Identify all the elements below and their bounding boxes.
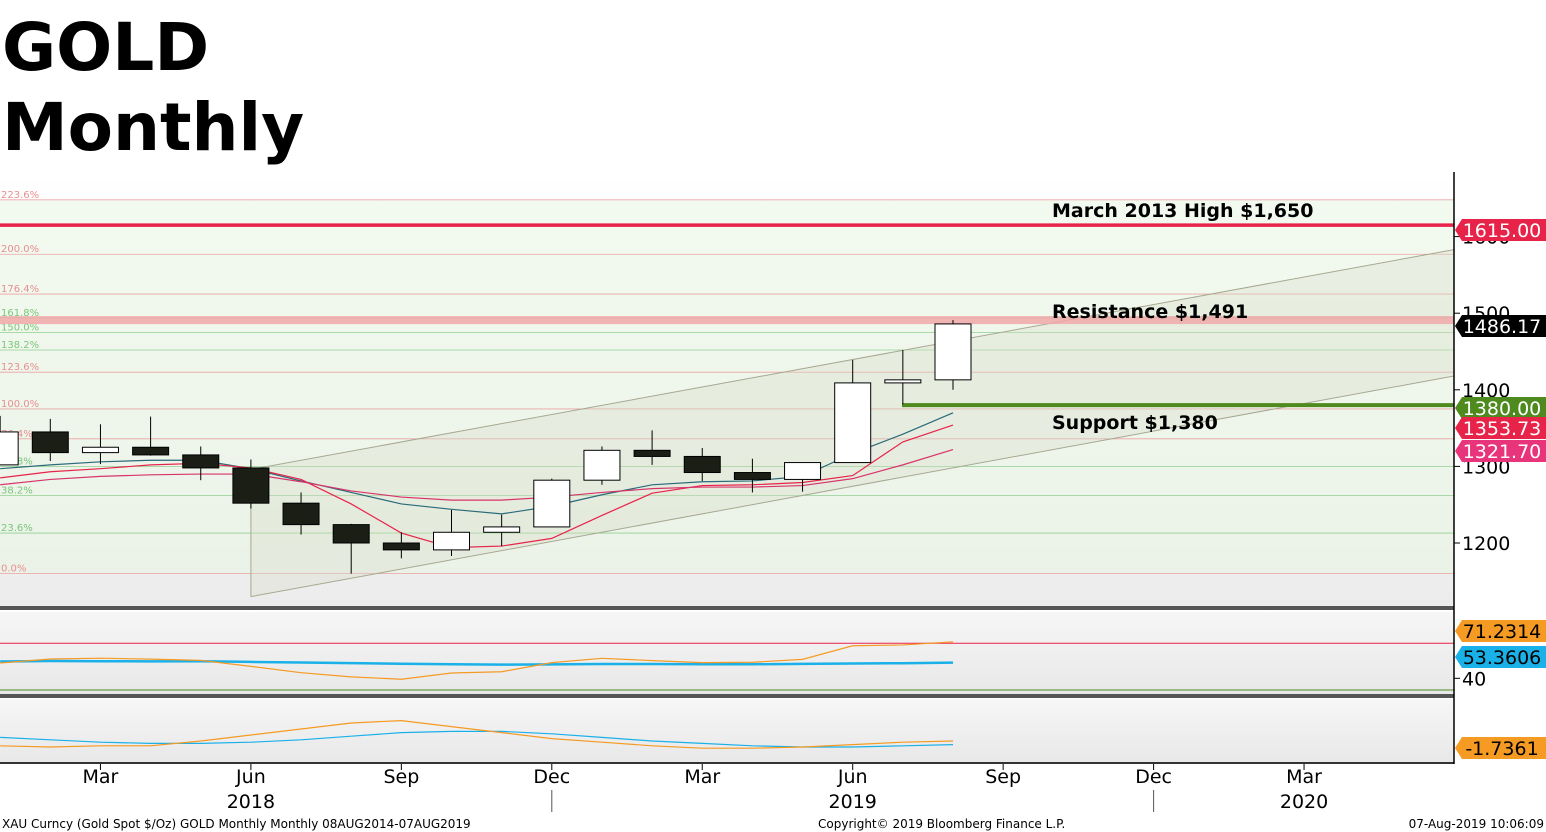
candle-body	[433, 531, 470, 551]
footer-timestamp: 07-Aug-2019 10:06:09	[1409, 817, 1544, 831]
candle[interactable]	[934, 320, 972, 390]
x-month-label: Sep	[985, 766, 1021, 788]
price-tag: 1615.00	[1455, 219, 1546, 242]
candle[interactable]	[583, 446, 621, 485]
fib-level-label: 100.0%	[1, 399, 39, 410]
price-tag-text: 1615.00	[1463, 220, 1542, 242]
x-year-label: 2018	[227, 791, 275, 813]
panel-divider[interactable]	[0, 606, 1454, 610]
candle-body	[282, 502, 320, 526]
candle-body	[583, 449, 621, 481]
x-month-label: Dec	[1135, 766, 1172, 788]
chart-canvas: 223.6%200.0%176.4%161.8%150.0%138.2%123.…	[0, 172, 1546, 831]
footer-source: XAU Curncy (Gold Spot $/Oz) GOLD Monthly…	[2, 817, 471, 831]
fib-level-label: 223.6%	[1, 190, 39, 201]
candle-body	[31, 431, 69, 454]
rsi-tag: 71.2314	[1455, 620, 1546, 643]
fib-level-label: 38.2%	[1, 486, 33, 497]
march-high-annotation: March 2013 High $1,650	[1052, 200, 1313, 222]
candle-body	[232, 467, 270, 504]
candle-body	[483, 526, 521, 533]
candle-body	[884, 379, 922, 384]
candle-body	[733, 472, 771, 480]
macd-tag-text: -1.7361	[1465, 738, 1538, 760]
panel-divider[interactable]	[0, 694, 1454, 698]
fib-level-label: 176.4%	[1, 284, 39, 295]
x-month-label: Sep	[383, 766, 419, 788]
candle-body	[934, 323, 972, 381]
candle-body	[784, 462, 822, 480]
footer-copyright: Copyright© 2019 Bloomberg Finance L.P.	[818, 817, 1065, 831]
price-tag: 1486.17	[1455, 315, 1546, 338]
macd-panel	[0, 699, 1454, 763]
candle-body	[683, 455, 721, 474]
x-month-label: Mar	[1286, 766, 1322, 788]
y-tick-label: 1200	[1462, 533, 1510, 555]
resistance-annotation: Resistance $1,491	[1052, 301, 1248, 323]
rsi-panel	[0, 612, 1454, 694]
fib-level-label: 123.6%	[1, 362, 39, 373]
macd-tag: -1.7361	[1455, 737, 1546, 760]
rsi-average-tag-text: 53.3606	[1463, 647, 1542, 669]
candle-body	[182, 454, 220, 469]
x-month-label: Jun	[235, 766, 266, 788]
candle[interactable]	[533, 478, 571, 528]
fib-level-label: 138.2%	[1, 340, 39, 351]
x-month-label: Mar	[83, 766, 119, 788]
x-month-label: Mar	[684, 766, 720, 788]
price-tag-text: 1321.70	[1463, 441, 1542, 463]
x-month-label: Jun	[837, 766, 868, 788]
rsi-average-tag: 53.3606	[1455, 646, 1546, 669]
candle-body	[81, 446, 119, 454]
price-tag: 1380.00	[1455, 397, 1546, 420]
candle-body	[132, 446, 170, 456]
x-month-label: Dec	[533, 766, 570, 788]
x-year-label: 2020	[1280, 791, 1328, 813]
price-tag-text: 1380.00	[1463, 398, 1542, 420]
candle-body	[633, 449, 671, 457]
fib-level-label: 200.0%	[1, 244, 39, 255]
fib-level-label: 23.6%	[1, 523, 33, 534]
x-year-label: 2019	[829, 791, 877, 813]
rsi-tick-label: 40	[1462, 668, 1486, 690]
price-tag-text: 1353.73	[1463, 418, 1542, 440]
candle-body	[382, 542, 420, 551]
fib-level-label: 0.0%	[1, 564, 26, 575]
support-annotation: Support $1,380	[1052, 412, 1218, 434]
price-tag-text: 1486.17	[1463, 316, 1542, 338]
candle-body	[834, 382, 872, 464]
candle-body	[0, 431, 19, 466]
panel-divider	[0, 762, 1454, 764]
candle-body	[533, 479, 571, 528]
price-tag: 1353.73	[1455, 417, 1546, 440]
candle-body	[332, 524, 370, 544]
rsi-tag-text: 71.2314	[1463, 621, 1542, 643]
price-tag: 1321.70	[1455, 440, 1546, 463]
